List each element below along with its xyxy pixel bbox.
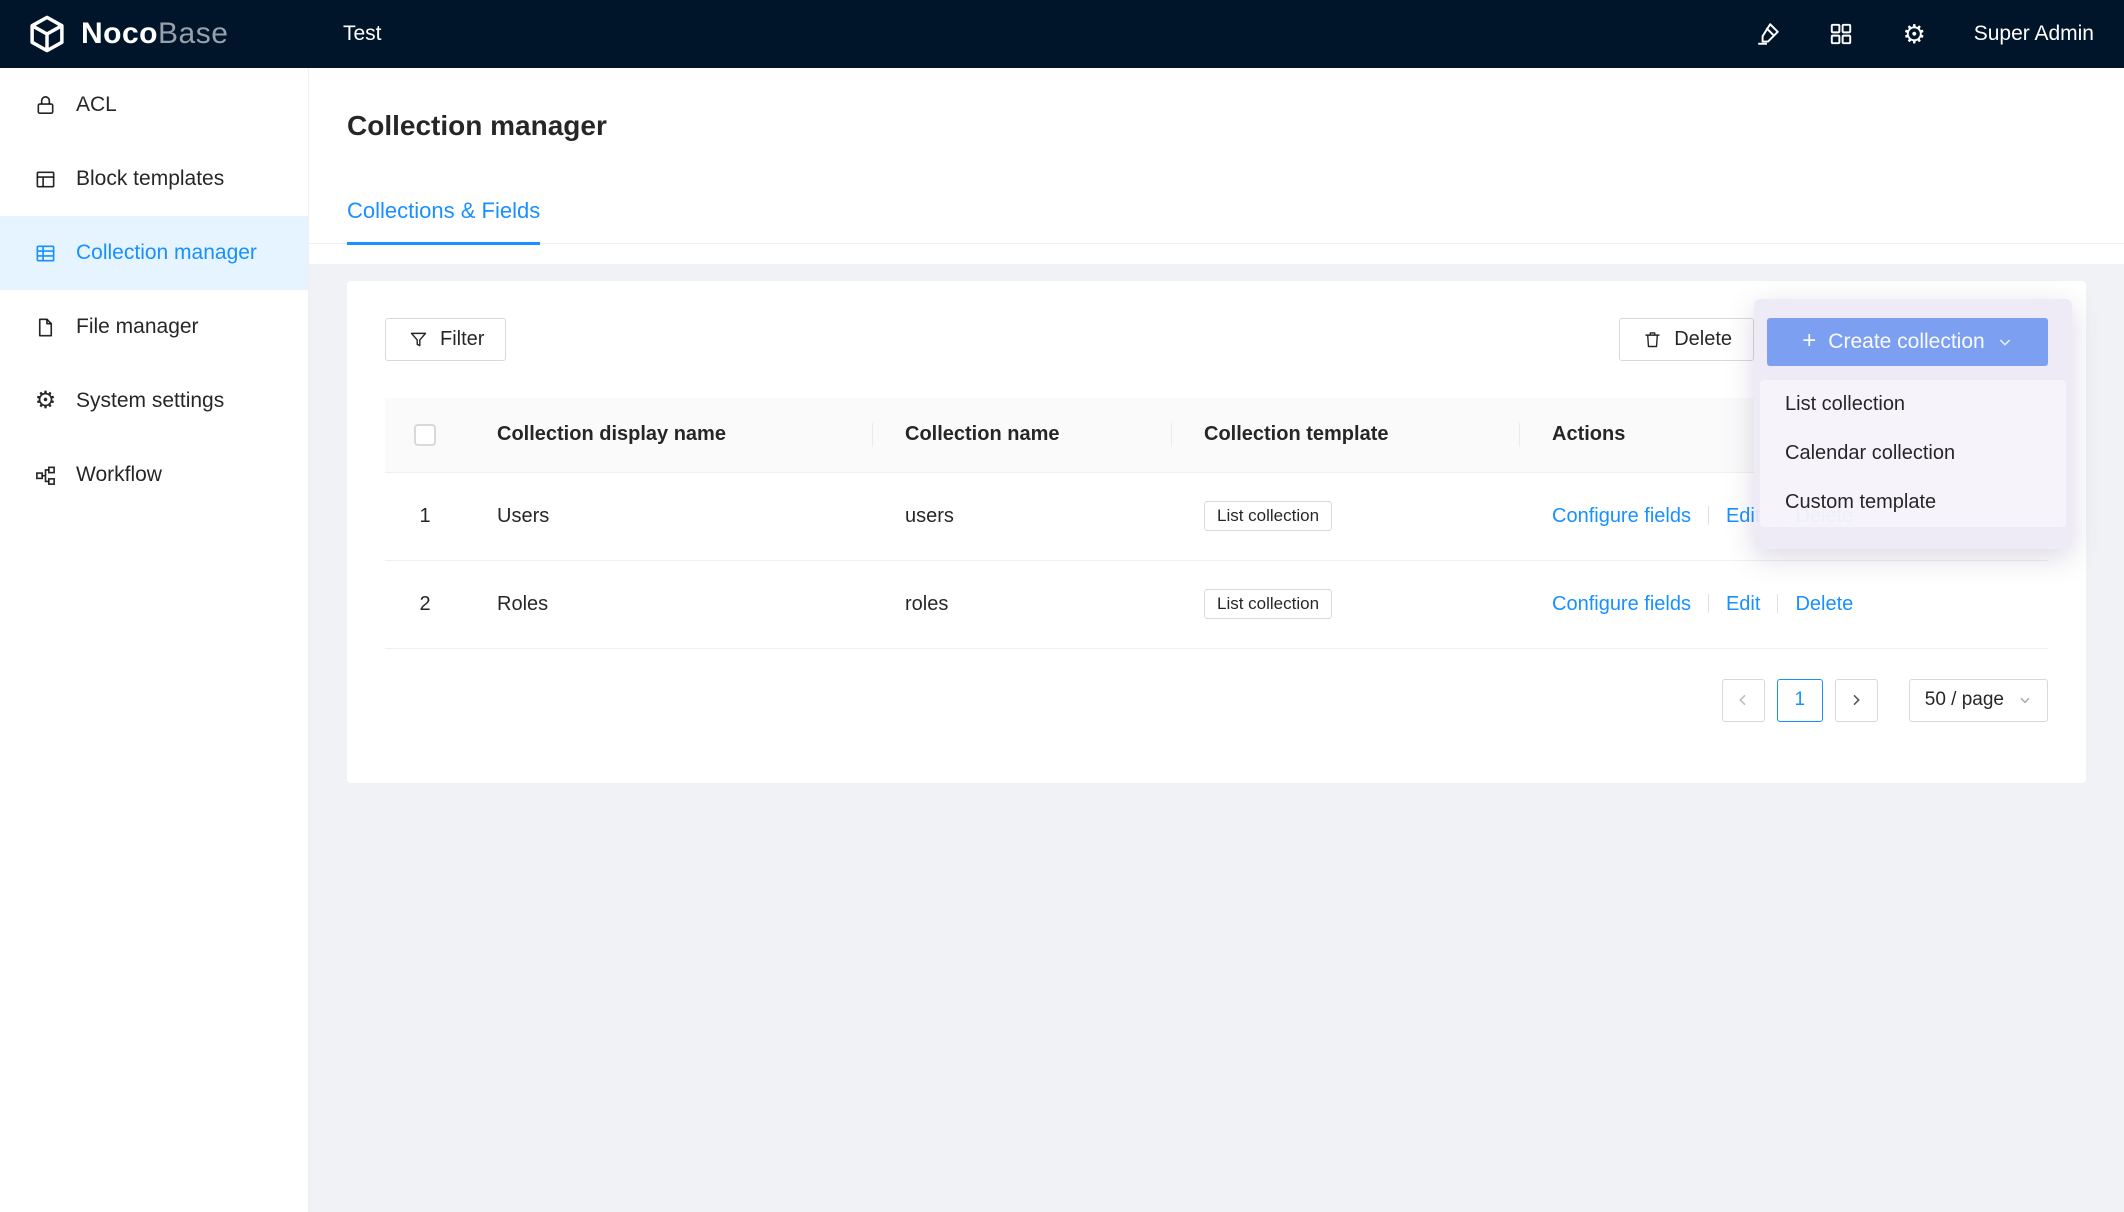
- col-header-display-name: Collection display name: [465, 398, 873, 472]
- action-divider: [1708, 506, 1709, 525]
- chevron-down-icon: [2018, 693, 2032, 707]
- delete-button-label: Delete: [1674, 328, 1732, 351]
- trash-icon: [1641, 329, 1663, 351]
- create-collection-label: Create collection: [1828, 330, 1984, 354]
- delete-link[interactable]: Delete: [1795, 593, 1853, 615]
- cell-display-name: Roles: [465, 560, 873, 648]
- select-all-header: [385, 398, 465, 472]
- user-menu[interactable]: Super Admin: [1974, 22, 2094, 46]
- menu-item-calendar-collection[interactable]: Calendar collection: [1760, 429, 2066, 478]
- highlighter-icon[interactable]: [1755, 21, 1782, 48]
- sidebar-item-workflow[interactable]: Workflow: [0, 438, 308, 512]
- tab-bar: Collections & Fields: [309, 198, 2124, 244]
- tab-collections-fields[interactable]: Collections & Fields: [347, 198, 540, 245]
- page-size-select[interactable]: 50 / page: [1909, 679, 2048, 722]
- sidebar-item-file-manager[interactable]: File manager: [0, 290, 308, 364]
- cell-template: List collection: [1172, 472, 1520, 560]
- sidebar-item-acl[interactable]: ACL: [0, 68, 308, 142]
- logo-text-primary: Noco: [81, 17, 158, 50]
- page-header: Collection manager Collections & Fields: [309, 68, 2124, 264]
- body: ACL Block templates Coll: [0, 68, 2124, 1212]
- next-page-button[interactable]: [1835, 679, 1878, 722]
- cell-name: users: [873, 472, 1172, 560]
- sidebar-item-label: File manager: [76, 315, 199, 339]
- app: NocoBase Test ⚙ Super Admin: [0, 0, 2124, 1212]
- configure-fields-link[interactable]: Configure fields: [1552, 505, 1691, 527]
- row-index: 1: [385, 472, 465, 560]
- workflow-icon: [33, 463, 58, 488]
- select-all-checkbox[interactable]: [414, 424, 436, 446]
- menu-item-custom-template[interactable]: Custom template: [1760, 478, 2066, 527]
- filter-button[interactable]: Filter: [385, 318, 506, 361]
- lock-icon: [33, 93, 58, 118]
- sidebar-item-collection-manager[interactable]: Collection manager: [0, 216, 308, 290]
- nocobase-logo[interactable]: NocoBase: [0, 13, 309, 55]
- sidebar-item-system-settings[interactable]: ⚙ System settings: [0, 364, 308, 438]
- prev-page-button[interactable]: [1722, 679, 1765, 722]
- main: Collection manager Collections & Fields: [309, 68, 2124, 1212]
- cell-actions: Configure fields Edit Delete: [1520, 560, 2048, 648]
- logo-text-secondary: Base: [158, 17, 228, 50]
- page-title: Collection manager: [309, 104, 2124, 148]
- pagination: 1 50 / page: [385, 679, 2048, 722]
- cell-display-name: Users: [465, 472, 873, 560]
- sidebar-item-label: ACL: [76, 93, 117, 117]
- configure-fields-link[interactable]: Configure fields: [1552, 593, 1691, 615]
- template-tag: List collection: [1204, 589, 1332, 619]
- create-collection-dropdown: + Create collection List collection Cale…: [1754, 299, 2072, 549]
- create-collection-button[interactable]: + Create collection: [1767, 318, 2048, 366]
- row-index: 2: [385, 560, 465, 648]
- block-templates-icon: [33, 167, 58, 192]
- page-number-1[interactable]: 1: [1777, 679, 1823, 722]
- toolbar-right: Delete: [1619, 318, 1754, 361]
- sidebar: ACL Block templates Coll: [0, 68, 309, 1212]
- nocobase-cube-icon: [26, 13, 68, 55]
- chevron-down-icon: [1997, 334, 2013, 350]
- table-row: 2 Roles roles List collection Configure …: [385, 560, 2048, 648]
- sidebar-item-label: Block templates: [76, 167, 224, 191]
- col-header-template: Collection template: [1172, 398, 1520, 472]
- gear-icon[interactable]: ⚙: [1901, 21, 1928, 48]
- filter-icon: [407, 329, 429, 351]
- col-header-name: Collection name: [873, 398, 1172, 472]
- action-divider: [1708, 594, 1709, 613]
- edit-link[interactable]: Edit: [1726, 593, 1760, 615]
- plus-icon: +: [1802, 329, 1816, 353]
- cell-template: List collection: [1172, 560, 1520, 648]
- sidebar-item-block-templates[interactable]: Block templates: [0, 142, 308, 216]
- logo-text: NocoBase: [81, 17, 228, 51]
- template-tag: List collection: [1204, 501, 1332, 531]
- file-icon: [33, 315, 58, 340]
- filter-button-label: Filter: [440, 328, 484, 351]
- sidebar-item-label: Collection manager: [76, 241, 257, 265]
- cell-name: roles: [873, 560, 1172, 648]
- collection-table-icon: [33, 241, 58, 266]
- top-header: NocoBase Test ⚙ Super Admin: [0, 0, 2124, 68]
- collections-card: Filter Delete: [347, 281, 2086, 783]
- page-size-label: 50 / page: [1925, 689, 2004, 711]
- delete-button[interactable]: Delete: [1619, 318, 1754, 361]
- create-collection-menu: List collection Calendar collection Cust…: [1760, 380, 2066, 527]
- layout-grid-icon[interactable]: [1828, 21, 1855, 48]
- top-nav-item-test[interactable]: Test: [343, 22, 382, 46]
- action-divider: [1777, 594, 1778, 613]
- header-right: ⚙ Super Admin: [1755, 21, 2124, 48]
- menu-item-list-collection[interactable]: List collection: [1760, 380, 2066, 429]
- sidebar-item-label: Workflow: [76, 463, 162, 487]
- content-area: Filter Delete: [309, 264, 2124, 1212]
- sidebar-item-label: System settings: [76, 389, 224, 413]
- gear-icon: ⚙: [33, 389, 58, 414]
